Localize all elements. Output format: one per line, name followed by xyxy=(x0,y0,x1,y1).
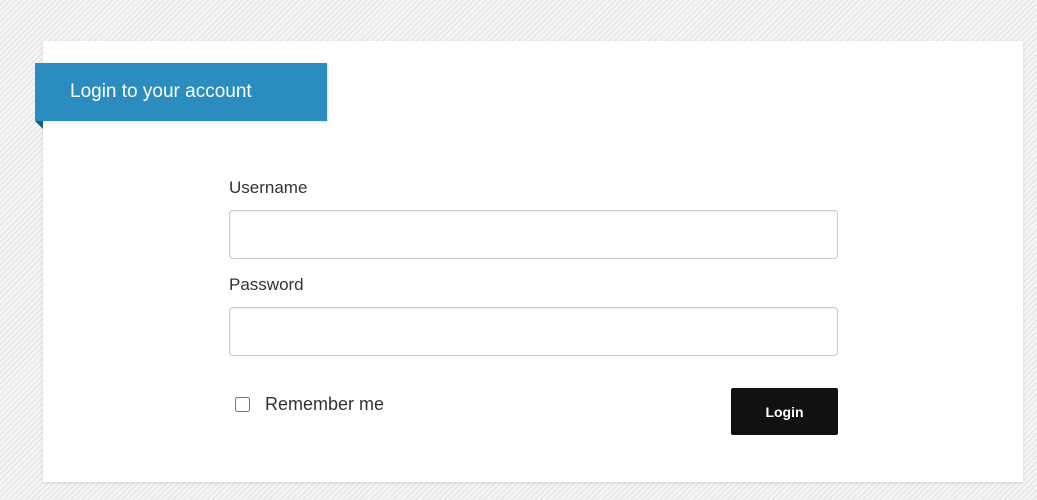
login-button[interactable]: Login xyxy=(731,388,838,435)
login-card: Login to your account Username Password … xyxy=(35,41,1023,482)
ribbon-fold-decoration xyxy=(35,121,43,129)
remember-me-option[interactable]: Remember me xyxy=(235,394,384,415)
password-input[interactable] xyxy=(229,307,838,356)
remember-me-checkbox[interactable] xyxy=(235,397,250,412)
form-actions: Remember me Login xyxy=(229,388,839,436)
password-label: Password xyxy=(229,275,304,294)
remember-me-label: Remember me xyxy=(265,394,385,414)
login-form: Username Password Remember me Login xyxy=(229,177,839,436)
username-label: Username xyxy=(229,178,308,197)
username-input[interactable] xyxy=(229,210,838,259)
page-title: Login to your account xyxy=(35,63,327,121)
